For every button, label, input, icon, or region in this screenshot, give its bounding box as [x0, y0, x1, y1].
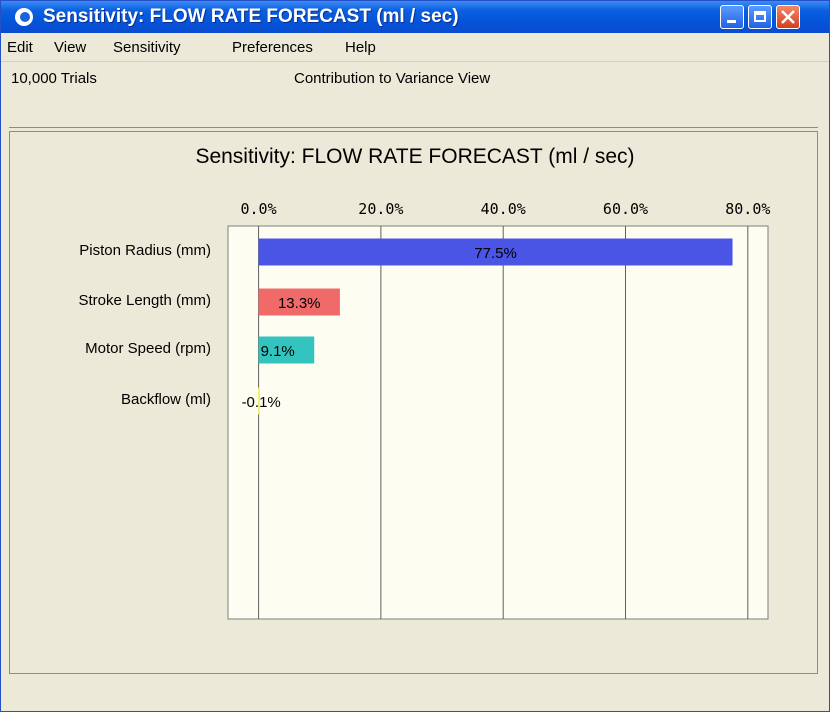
category-label: Piston Radius (mm) [79, 242, 211, 259]
category-label: Motor Speed (rpm) [85, 340, 211, 357]
bar-value-label: -0.1% [242, 394, 281, 411]
bar-value-label: 13.3% [278, 295, 321, 312]
bar-value-label: 77.5% [474, 245, 517, 262]
x-tick-label: 20.0% [358, 200, 403, 218]
x-tick-label: 0.0% [241, 200, 277, 218]
x-tick-label: 60.0% [603, 200, 648, 218]
category-label: Stroke Length (mm) [78, 292, 211, 309]
plot-area [227, 225, 769, 620]
x-tick-label: 40.0% [481, 200, 526, 218]
bar-value-label: 9.1% [261, 343, 295, 360]
x-tick-label: 80.0% [725, 200, 770, 218]
category-label: Backflow (ml) [120, 391, 211, 408]
